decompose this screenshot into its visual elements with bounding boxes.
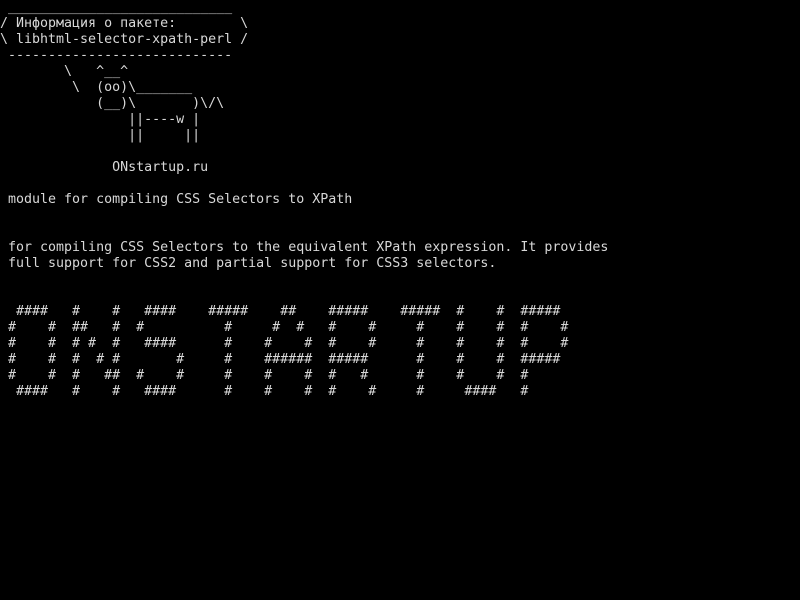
onstartup-ascii-banner: #### # # #### ##### ## ##### ##### # # #… xyxy=(8,304,569,399)
package-summary: module for compiling CSS Selectors to XP… xyxy=(0,192,353,207)
speech-bubble: ____________________________ / Информаци… xyxy=(0,0,249,63)
terminal-screen: ____________________________ / Информаци… xyxy=(0,0,800,600)
site-label: ONstartup.ru xyxy=(0,160,209,175)
package-description: for compiling CSS Selectors to the equiv… xyxy=(8,240,609,271)
cow-ascii-art: \ ^__^ \ (oo)\_______ (__)\ )\/\ ||----w… xyxy=(64,64,225,143)
